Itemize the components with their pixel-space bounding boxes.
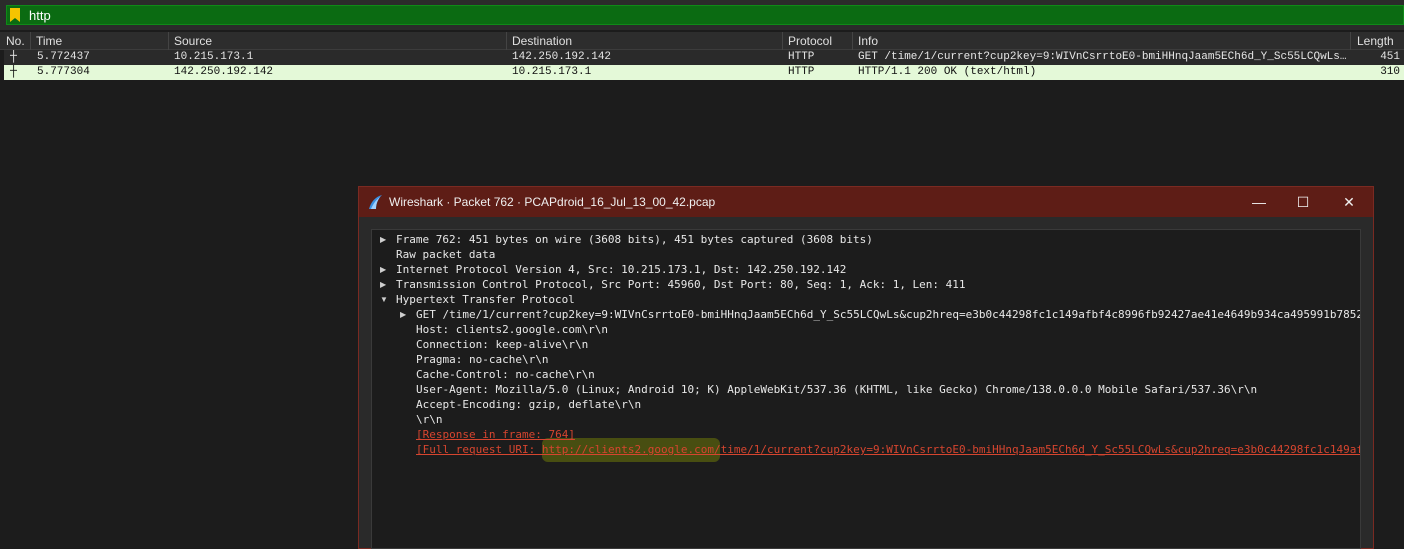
request-marker-icon: ┼ <box>10 50 18 63</box>
expand-arrow-icon[interactable]: ▶ <box>400 307 406 322</box>
cell-time: 5.772437 <box>37 51 90 63</box>
tree-item-user-agent[interactable]: User-Agent: Mozilla/5.0 (Linux; Android … <box>416 382 1257 397</box>
col-header-destination[interactable]: Destination <box>512 34 572 48</box>
col-header-protocol[interactable]: Protocol <box>788 34 832 48</box>
display-filter-input[interactable] <box>6 5 1404 25</box>
cell-length: 451 <box>1380 51 1400 63</box>
packet-list-header: No. Time Source Destination Protocol Inf… <box>0 32 1404 50</box>
tree-item-crlf[interactable]: \r\n <box>416 412 443 427</box>
window-titlebar[interactable]: Wireshark · Packet 762 · PCAPdroid_16_Ju… <box>359 187 1373 217</box>
expand-arrow-icon[interactable]: ▶ <box>380 262 386 277</box>
col-header-length[interactable]: Length <box>1357 34 1394 48</box>
wireshark-fin-icon <box>369 195 382 209</box>
tree-item-cache-control[interactable]: Cache-Control: no-cache\r\n <box>416 367 595 382</box>
cell-length: 310 <box>1380 66 1400 78</box>
tree-item-ipv4[interactable]: Internet Protocol Version 4, Src: 10.215… <box>396 262 846 277</box>
packet-row-selected[interactable]: ┼ 5.777304 142.250.192.142 10.215.173.1 … <box>4 65 1404 80</box>
tree-item-http[interactable]: Hypertext Transfer Protocol <box>396 292 575 307</box>
col-header-source[interactable]: Source <box>174 34 212 48</box>
cell-protocol: HTTP <box>788 66 815 78</box>
tree-item-raw[interactable]: Raw packet data <box>396 247 495 262</box>
cell-protocol: HTTP <box>788 51 815 63</box>
cell-destination: 10.215.173.1 <box>512 66 592 78</box>
tree-item-pragma[interactable]: Pragma: no-cache\r\n <box>416 352 548 367</box>
tree-item-request-line[interactable]: GET /time/1/current?cup2key=9:WIVnCsrrto… <box>416 307 1360 322</box>
display-filter-bar <box>0 0 1404 30</box>
col-header-no[interactable]: No. <box>6 34 25 48</box>
minimize-button[interactable]: — <box>1237 187 1281 217</box>
cell-info: GET /time/1/current?cup2key=9:WIVnCsrrto… <box>858 51 1347 63</box>
close-button[interactable]: ✕ <box>1327 187 1371 217</box>
tree-item-tcp[interactable]: Transmission Control Protocol, Src Port:… <box>396 277 966 292</box>
cell-info: HTTP/1.1 200 OK (text/html) <box>858 66 1037 78</box>
tree-item-accept-encoding[interactable]: Accept-Encoding: gzip, deflate\r\n <box>416 397 641 412</box>
response-in-frame-link[interactable]: [Response in frame: 764] <box>416 427 575 442</box>
window-title: Wireshark · Packet 762 · PCAPdroid_16_Ju… <box>389 195 716 209</box>
tree-item-frame[interactable]: Frame 762: 451 bytes on wire (3608 bits)… <box>396 232 873 247</box>
packet-row[interactable]: ┼ 5.772437 10.215.173.1 142.250.192.142 … <box>4 50 1404 65</box>
tree-item-host[interactable]: Host: clients2.google.com\r\n <box>416 322 608 337</box>
expand-arrow-icon[interactable]: ▶ <box>380 232 386 247</box>
col-header-time[interactable]: Time <box>36 34 62 48</box>
bookmark-icon[interactable] <box>10 8 20 22</box>
collapse-arrow-icon[interactable]: ▼ <box>380 292 388 307</box>
col-header-info[interactable]: Info <box>858 34 878 48</box>
cell-source: 10.215.173.1 <box>174 51 254 63</box>
tree-item-connection[interactable]: Connection: keep-alive\r\n <box>416 337 588 352</box>
packet-detail-tree: ▶ Frame 762: 451 bytes on wire (3608 bit… <box>371 229 1361 549</box>
cell-destination: 142.250.192.142 <box>512 51 612 63</box>
full-request-uri-link[interactable]: [Full request URI: http://clients2.googl… <box>416 442 1360 457</box>
packet-detail-window: Wireshark · Packet 762 · PCAPdroid_16_Ju… <box>358 186 1374 549</box>
cell-source: 142.250.192.142 <box>174 66 274 78</box>
expand-arrow-icon[interactable]: ▶ <box>380 277 386 292</box>
maximize-button[interactable]: ☐ <box>1281 187 1325 217</box>
response-marker-icon: ┼ <box>10 65 18 78</box>
cell-time: 5.777304 <box>37 66 90 78</box>
